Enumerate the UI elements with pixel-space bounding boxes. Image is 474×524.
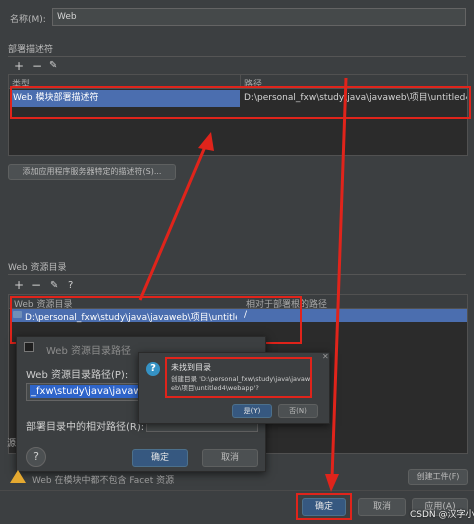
warning-icon	[10, 470, 26, 483]
column-header-type: 类型	[12, 80, 31, 90]
remove-descriptor-button[interactable]: −	[32, 60, 42, 72]
relative-path-label: 部署目录中的相对路径(R):	[26, 422, 145, 433]
footer-divider	[0, 490, 474, 491]
section-divider-2	[8, 274, 466, 275]
confirm-dialog-title: 未找到目录	[171, 363, 211, 372]
edit-descriptor-button[interactable]: ✎	[49, 60, 57, 72]
folder-icon	[13, 311, 22, 318]
descriptors-table-header	[9, 75, 467, 89]
name-input[interactable]: Web	[52, 8, 466, 26]
question-icon: ?	[146, 362, 160, 376]
resource-row-rel[interactable]: /	[244, 310, 247, 320]
resource-row-dir[interactable]: D:\personal_fxw\study\java\javaweb\项目\un…	[25, 310, 237, 323]
watermark: CSDN @汉字小久	[410, 510, 474, 520]
descriptors-section-title: 部署描述符	[8, 45, 54, 55]
confirm-yes-button[interactable]: 是(Y)	[232, 404, 272, 418]
add-server-descriptor-button[interactable]: 添加应用程序服务器特定的描述符(S)...	[8, 164, 176, 180]
footer-cancel-button[interactable]: 取消	[358, 498, 406, 516]
resource-dialog-title: Web 资源目录路径	[46, 346, 131, 357]
intellij-app-icon	[24, 342, 34, 352]
close-icon[interactable]: ✕	[322, 353, 329, 361]
resource-path-label: Web 资源目录路径(P):	[26, 370, 129, 381]
footer-ok-button[interactable]: 确定	[302, 498, 346, 516]
section-divider	[8, 56, 466, 57]
resources-table-header	[9, 295, 467, 309]
add-resource-button[interactable]: +	[14, 279, 24, 291]
column-divider	[240, 75, 241, 88]
edit-resource-button[interactable]: ✎	[50, 280, 58, 292]
resource-dialog-help-button[interactable]: ?	[26, 447, 46, 467]
add-descriptor-button[interactable]: +	[14, 60, 24, 72]
create-artifact-button[interactable]: 创建工件(F)	[408, 469, 468, 485]
descriptor-row-type[interactable]: Web 模块部署描述符	[10, 90, 240, 107]
warning-text: Web 在模块中都不包含 Facet 资源	[32, 476, 175, 486]
help-resource-button[interactable]: ?	[68, 280, 73, 292]
confirm-dialog-message: 创建目录 'D:\personal_fxw\study\java\javaweb…	[171, 375, 311, 392]
name-label: 名称(M):	[10, 15, 46, 25]
resource-dialog-cancel-button[interactable]: 取消	[202, 449, 258, 467]
resources-section-title: Web 资源目录	[8, 263, 67, 273]
descriptor-row-path[interactable]: D:\personal_fxw\study\java\javaweb\项目\un…	[241, 90, 467, 107]
clipped-label: 源	[7, 439, 17, 449]
resource-path-value[interactable]: _fxw\study\java\javaweb	[30, 385, 152, 398]
column-header-path: 路径	[244, 80, 263, 90]
remove-resource-button[interactable]: −	[31, 279, 41, 291]
confirm-no-button[interactable]: 否(N)	[278, 404, 318, 418]
resource-dialog-ok-button[interactable]: 确定	[132, 449, 188, 467]
